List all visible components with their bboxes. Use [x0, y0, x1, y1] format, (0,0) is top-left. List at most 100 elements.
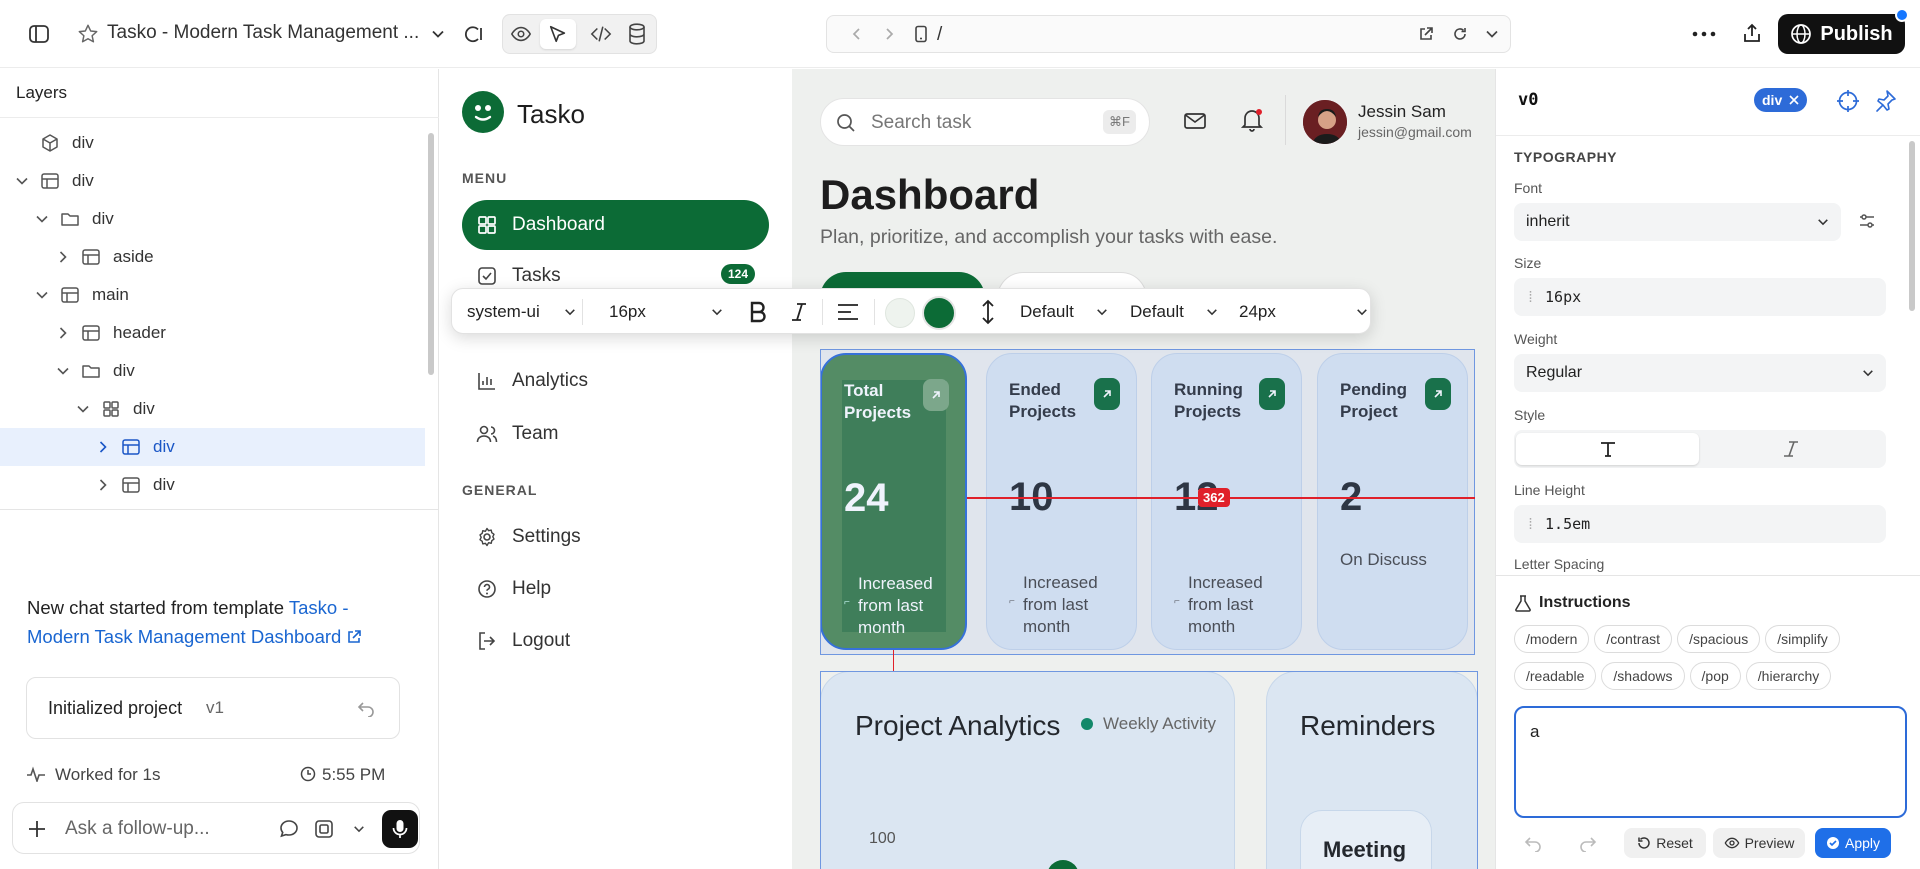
drag-handle-icon[interactable]: ⁞ [1526, 515, 1535, 534]
nav-item-help[interactable]: Help [462, 564, 769, 614]
url-path[interactable]: / [937, 24, 942, 46]
image-icon[interactable] [313, 818, 335, 840]
nav-item-settings[interactable]: Settings [462, 512, 769, 562]
drag-handle-icon[interactable]: ⁞ [1526, 288, 1535, 307]
preview-button[interactable]: Preview [1713, 828, 1805, 858]
instruction-chip[interactable]: /pop [1689, 662, 1741, 690]
size-input[interactable]: ⁞ 16px [1514, 278, 1886, 316]
layer-row[interactable]: div [0, 466, 425, 504]
instruction-chip[interactable]: /shadows [1601, 662, 1685, 690]
nav-item-dashboard[interactable]: Dashboard [462, 200, 769, 250]
instruction-chip[interactable]: /simplify [1765, 625, 1840, 653]
instruction-chip[interactable]: /modern [1514, 625, 1590, 653]
text-color-swatch[interactable] [922, 296, 956, 330]
letter-spacing-select[interactable]: Default [1020, 289, 1108, 335]
code-icon[interactable] [587, 20, 615, 48]
bell-icon[interactable] [1240, 107, 1264, 133]
chevron-down-icon[interactable] [35, 212, 49, 226]
layer-row[interactable]: div [0, 352, 425, 390]
apply-button[interactable]: Apply [1815, 828, 1891, 858]
chevron-down-icon[interactable] [1478, 20, 1506, 48]
font-dropdown[interactable]: inherit [1514, 203, 1841, 241]
database-icon[interactable] [623, 20, 651, 48]
refresh-icon[interactable] [1446, 20, 1474, 48]
italic-button[interactable] [789, 289, 809, 335]
chevron-down-icon[interactable] [35, 288, 49, 302]
nav-item-logout[interactable]: Logout [462, 616, 769, 666]
sliders-icon[interactable] [1858, 212, 1876, 230]
design-mode-icon[interactable] [544, 20, 572, 48]
style-italic-button[interactable] [1699, 433, 1882, 465]
style-normal-button[interactable] [1516, 433, 1699, 465]
instruction-chip[interactable]: /contrast [1594, 625, 1673, 653]
chat-bubble-icon[interactable] [278, 818, 300, 840]
chevron-right-icon[interactable] [56, 250, 70, 264]
back-icon[interactable] [843, 20, 871, 48]
line-height-input[interactable]: ⁞ 1.5em [1514, 505, 1886, 543]
vertical-spacing-button[interactable] [980, 289, 996, 335]
chevron-down-icon[interactable] [76, 402, 90, 416]
chevron-down-icon[interactable] [424, 20, 452, 48]
background-color-swatch[interactable] [885, 298, 915, 328]
line-height-select[interactable]: 24px [1239, 289, 1368, 335]
crosshair-icon[interactable] [1836, 89, 1860, 113]
align-button[interactable] [837, 289, 859, 335]
layer-row[interactable]: aside [0, 238, 425, 276]
version-card[interactable]: Initialized project v1 [26, 677, 400, 739]
chevron-right-icon[interactable] [96, 478, 110, 492]
layers-scrollbar[interactable] [428, 119, 434, 539]
word-spacing-select[interactable]: Default [1130, 289, 1218, 335]
instruction-textarea[interactable]: a [1514, 706, 1907, 818]
layer-row-selected[interactable]: div [0, 428, 425, 466]
star-icon[interactable] [74, 20, 102, 48]
layer-row[interactable]: div [0, 200, 425, 238]
open-external-icon[interactable] [1412, 20, 1440, 48]
avatar[interactable] [1301, 98, 1349, 146]
history-icon[interactable] [460, 20, 488, 48]
chevron-down-icon[interactable] [353, 823, 365, 835]
share-icon[interactable] [1738, 19, 1766, 47]
scrollbar-thumb[interactable] [428, 133, 434, 375]
more-icon[interactable] [1690, 20, 1718, 48]
weight-dropdown[interactable]: Regular [1514, 354, 1886, 392]
mic-button[interactable] [382, 810, 418, 848]
publish-button[interactable]: Publish [1778, 8, 1909, 54]
eye-icon[interactable] [507, 20, 535, 48]
external-link-icon[interactable] [346, 629, 362, 645]
chevron-right-icon[interactable] [56, 326, 70, 340]
size-select-value: 16px [609, 302, 646, 321]
mail-icon[interactable] [1183, 111, 1207, 131]
plus-icon[interactable] [27, 819, 47, 839]
search-box[interactable]: Search task ⌘F [820, 98, 1150, 146]
layer-row[interactable]: header [0, 314, 425, 352]
chevron-right-icon[interactable] [96, 440, 110, 454]
instruction-chip[interactable]: /readable [1514, 662, 1597, 690]
layer-row[interactable]: div [0, 162, 425, 200]
project-title[interactable]: Tasko - Modern Task Management ... [107, 22, 419, 44]
followup-input[interactable]: Ask a follow-up... [65, 818, 210, 840]
reset-button[interactable]: Reset [1624, 828, 1706, 858]
pin-icon[interactable] [1873, 89, 1897, 113]
redo-icon[interactable] [1579, 834, 1597, 852]
undo-icon[interactable] [1524, 834, 1542, 852]
layer-row[interactable]: div [0, 124, 425, 162]
search-input[interactable]: Search task [871, 112, 971, 134]
layer-row[interactable]: main [0, 276, 425, 314]
nav-item-team[interactable]: Team [462, 409, 769, 459]
instruction-chip[interactable]: /hierarchy [1745, 662, 1832, 690]
close-icon[interactable] [1789, 95, 1799, 105]
size-select[interactable]: 16px [609, 289, 723, 335]
chevron-down-icon[interactable] [15, 174, 29, 188]
nav-item-analytics[interactable]: Analytics [462, 356, 769, 406]
bold-button[interactable] [748, 289, 768, 335]
undo-icon[interactable] [357, 699, 375, 717]
sidebar-toggle-icon[interactable] [25, 20, 53, 48]
forward-icon[interactable] [875, 20, 903, 48]
instruction-chip[interactable]: /spacious [1677, 625, 1761, 653]
chevron-down-icon[interactable] [56, 364, 70, 378]
layer-row[interactable]: div [0, 390, 425, 428]
inspector-scrollbar[interactable] [1909, 141, 1915, 311]
device-icon[interactable] [907, 20, 935, 48]
font-select[interactable]: system-ui [467, 289, 576, 335]
element-tag-chip[interactable]: div [1754, 88, 1808, 112]
